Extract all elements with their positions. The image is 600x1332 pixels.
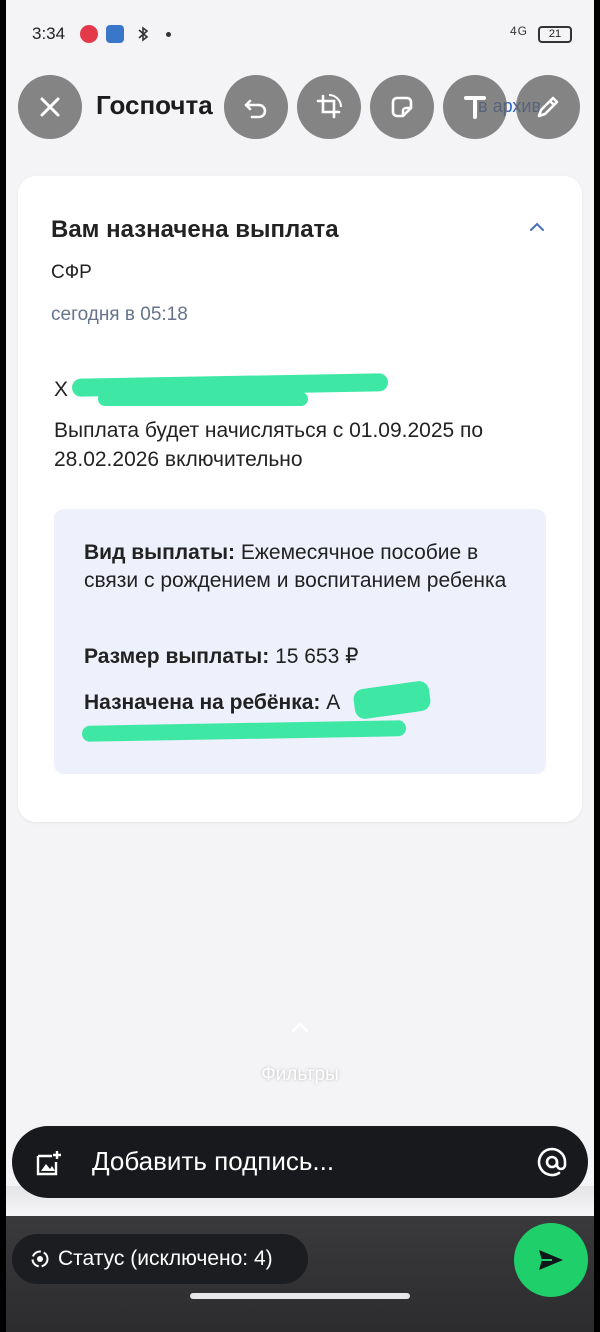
crop-rotate-icon: [316, 94, 342, 119]
message-title: Вам назначена выплата: [51, 216, 339, 243]
redaction-mark: [81, 720, 407, 742]
gallery-notification-icon: [106, 25, 124, 43]
payment-child-value: А: [326, 691, 341, 714]
payment-child-label: Назначена на ребёнка:: [84, 691, 321, 714]
screen: 3:34 4G 21 Госпочта в архив Вам назначен…: [6, 0, 594, 1332]
payment-child: Назначена на ребёнка: А: [84, 689, 524, 717]
redaction-mark: [98, 392, 308, 406]
payment-amount-value: 15 653 ₽: [275, 645, 359, 668]
undo-icon: [244, 99, 267, 119]
pencil-icon: [537, 96, 559, 118]
battery-indicator: 21: [538, 26, 572, 43]
text-tool-button[interactable]: [443, 75, 507, 139]
payment-details: Вид выплаты: Ежемесячное пособие в связи…: [54, 509, 546, 774]
message-body: Выплата будет начисляться с 01.09.2025 п…: [54, 419, 484, 471]
crop-rotate-button[interactable]: [297, 75, 361, 139]
page-title: Госпочта: [96, 90, 213, 120]
send-button[interactable]: [514, 1223, 588, 1297]
more-dot-icon: [166, 32, 171, 37]
app-notification-icon: [80, 25, 98, 43]
message-sender: СФР: [51, 262, 92, 283]
chevron-up-icon[interactable]: [528, 218, 546, 236]
caption-input[interactable]: Добавить подпись...: [12, 1126, 588, 1198]
status-ring-icon: [31, 1250, 49, 1268]
message-date: сегодня в 05:18: [51, 304, 188, 325]
network-indicator: 4G: [509, 24, 528, 38]
home-indicator: [190, 1293, 410, 1299]
mention-icon[interactable]: [534, 1144, 570, 1180]
sticker-button[interactable]: [370, 75, 434, 139]
send-icon: [539, 1250, 563, 1270]
chevron-up-icon[interactable]: [290, 1020, 310, 1034]
message-card: Вам назначена выплата СФР сегодня в 05:1…: [18, 176, 582, 822]
undo-button[interactable]: [224, 75, 288, 139]
recipient-name: Х: [54, 378, 69, 401]
close-button[interactable]: [18, 75, 82, 139]
payment-amount-label: Размер выплаты:: [84, 645, 270, 668]
add-image-icon[interactable]: [34, 1148, 64, 1178]
payment-type: Вид выплаты: Ежемесячное пособие в связи…: [84, 539, 524, 595]
close-icon: [40, 97, 60, 117]
payment-amount: Размер выплаты: 15 653 ₽: [84, 643, 524, 671]
status-bar: 3:34 4G 21: [6, 0, 594, 68]
bluetooth-icon: [134, 25, 152, 43]
caption-placeholder: Добавить подпись...: [92, 1146, 335, 1176]
payment-type-label: Вид выплаты:: [84, 541, 235, 564]
status-time: 3:34: [32, 24, 66, 43]
sticker-icon: [391, 96, 413, 118]
status-label: Статус (исключено: 4): [58, 1247, 273, 1270]
filters-label[interactable]: Фильтры: [6, 1064, 594, 1086]
status-audience-button[interactable]: Статус (исключено: 4): [12, 1234, 308, 1284]
text-icon: [464, 96, 486, 119]
draw-button[interactable]: [516, 75, 580, 139]
